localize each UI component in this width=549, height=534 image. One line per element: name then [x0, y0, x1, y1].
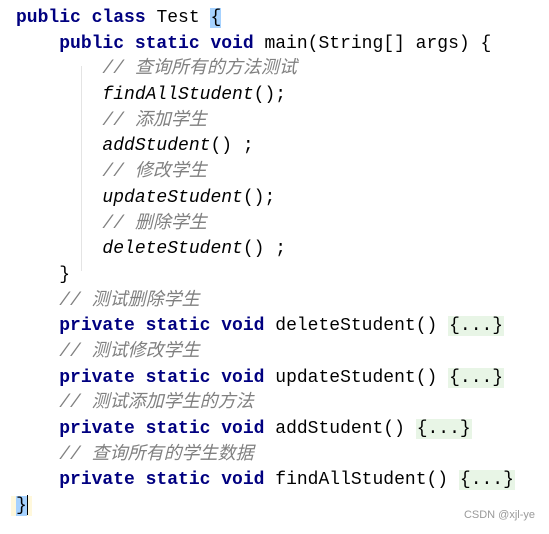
code-line[interactable]: updateStudent(); [16, 186, 515, 212]
code-line[interactable]: // 删除学生 [16, 212, 515, 238]
code-text: } [59, 264, 71, 285]
code-text: (); [242, 187, 276, 208]
keyword: public class [16, 8, 157, 28]
code-line[interactable]: private static void deleteStudent() {...… [16, 314, 515, 340]
keyword: private static void [59, 367, 276, 388]
code-line[interactable]: private static void findAllStudent() {..… [16, 468, 515, 494]
code-line[interactable]: private static void addStudent() {...} [16, 417, 515, 443]
code-comment: // 测试添加学生的方法 [59, 393, 254, 414]
code-text: (); [253, 85, 287, 106]
code-editor[interactable]: public class Test { public static void m… [16, 6, 515, 520]
code-line[interactable]: public class Test { [16, 6, 515, 32]
keyword: private static void [59, 470, 276, 491]
code-text: main(String[] args) { [264, 33, 492, 54]
code-line[interactable]: findAllStudent(); [16, 83, 515, 109]
method-call: updateStudent [102, 187, 243, 208]
code-text: Test [156, 8, 211, 28]
code-line[interactable]: // 测试删除学生 [16, 289, 515, 315]
code-line[interactable]: addStudent() ; [16, 134, 515, 160]
folded-block[interactable]: {...} [415, 419, 472, 439]
code-text: updateStudent() [275, 367, 449, 388]
code-comment: // 添加学生 [102, 110, 207, 131]
code-line[interactable]: // 测试添加学生的方法 [16, 391, 515, 417]
code-line[interactable]: // 添加学生 [16, 109, 515, 135]
code-line[interactable]: public static void main(String[] args) { [16, 32, 515, 58]
code-comment: // 测试修改学生 [59, 341, 200, 362]
code-text: deleteStudent() [275, 316, 449, 337]
code-comment: // 删除学生 [102, 213, 207, 234]
method-call: addStudent [102, 136, 211, 157]
code-comment: // 测试删除学生 [59, 290, 200, 311]
folded-block[interactable]: {...} [448, 316, 505, 337]
keyword: public static void [59, 33, 265, 54]
matched-brace: } [16, 496, 27, 517]
watermark: CSDN @xjl-ye [463, 509, 535, 521]
code-line[interactable]: // 测试修改学生 [16, 340, 515, 366]
folded-block[interactable]: {...} [448, 367, 505, 388]
code-line[interactable]: deleteStudent() ; [16, 237, 515, 263]
method-call: findAllStudent [102, 85, 254, 106]
code-line[interactable]: // 查询所有的方法测试 [16, 57, 515, 83]
code-line[interactable]: // 修改学生 [16, 160, 515, 186]
code-text: addStudent() [275, 419, 416, 439]
keyword: private static void [59, 316, 276, 337]
code-line[interactable]: } [16, 263, 515, 289]
code-comment: // 修改学生 [102, 162, 207, 183]
text-caret [26, 495, 28, 516]
code-line[interactable]: } [16, 494, 515, 520]
code-line[interactable]: private static void updateStudent() {...… [16, 366, 515, 392]
keyword: private static void [59, 419, 276, 439]
folded-block[interactable]: {...} [458, 470, 515, 491]
code-text: () ; [242, 239, 287, 260]
code-line[interactable]: // 查询所有的学生数据 [16, 443, 515, 469]
code-comment: // 查询所有的方法测试 [102, 59, 297, 80]
code-comment: // 查询所有的学生数据 [59, 444, 254, 465]
matched-brace: { [210, 8, 222, 28]
code-text: findAllStudent() [275, 470, 459, 491]
method-call: deleteStudent [102, 239, 243, 260]
code-text: () ; [210, 136, 254, 157]
